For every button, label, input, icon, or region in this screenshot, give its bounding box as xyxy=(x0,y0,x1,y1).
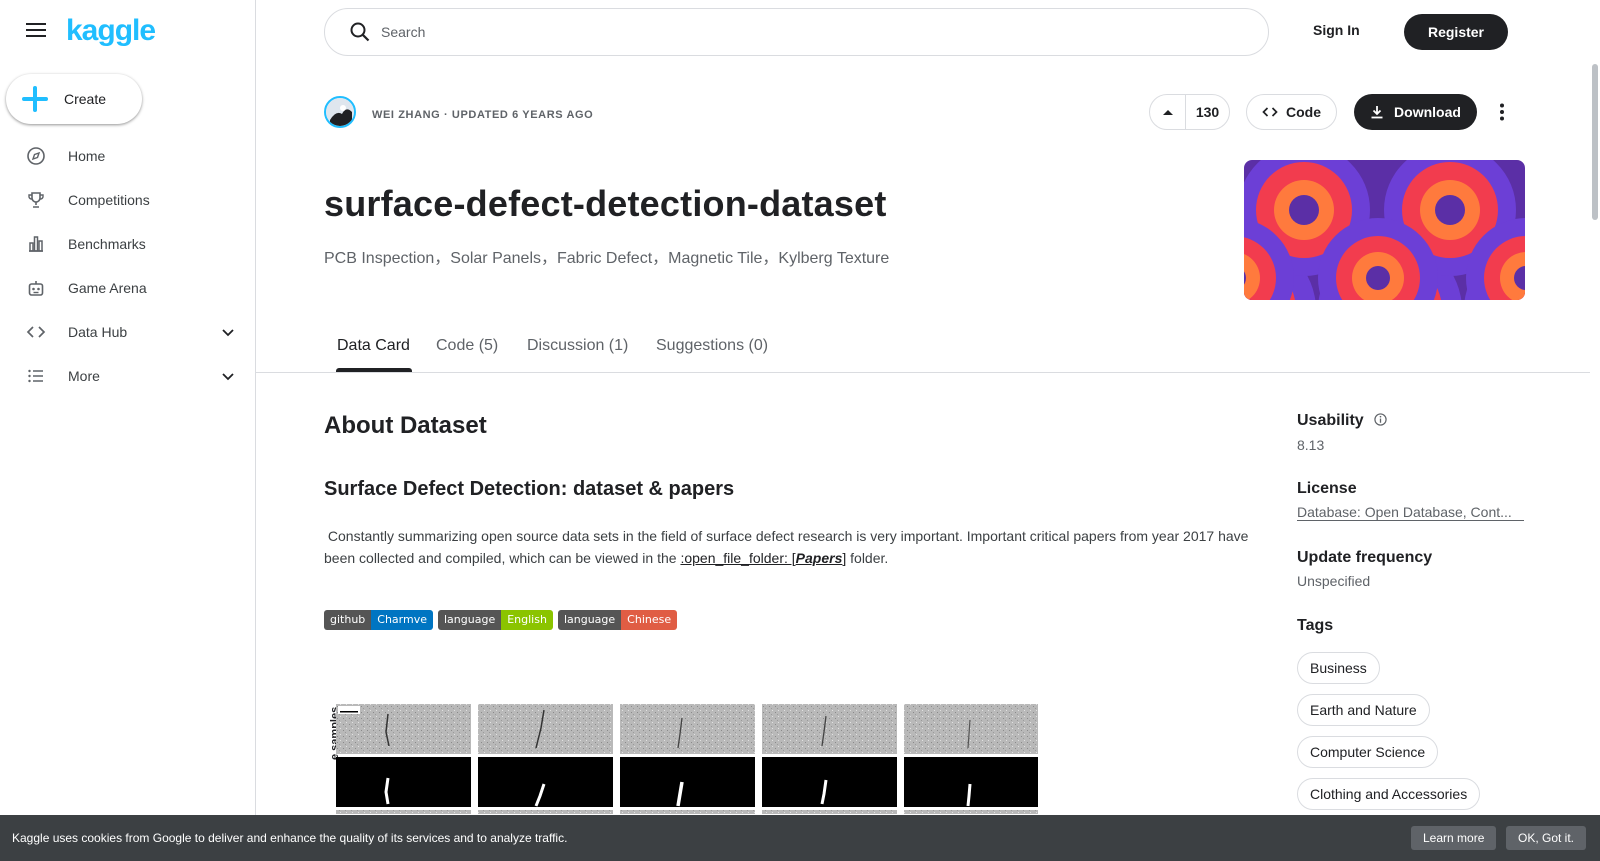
search-icon xyxy=(349,21,371,43)
dataset-cover-image xyxy=(1244,160,1525,300)
defect-samples-image xyxy=(336,704,1038,814)
chevron-down-icon[interactable] xyxy=(220,368,236,384)
update-frequency-heading: Update frequency xyxy=(1297,549,1433,566)
list-icon xyxy=(26,366,46,386)
create-label: Create xyxy=(64,91,107,107)
robot-icon xyxy=(26,278,46,298)
tag-chip[interactable]: Computer Science xyxy=(1297,736,1439,768)
dataset-byline: WEI ZHANG · UPDATED 6 YEARS AGO xyxy=(372,109,594,121)
caret-up-icon xyxy=(1162,110,1173,115)
create-button[interactable]: Create xyxy=(6,74,142,124)
upvote-control: 130 xyxy=(1149,94,1230,130)
sidebar-item-home[interactable]: Home xyxy=(0,134,256,178)
sidebar-item-benchmarks[interactable]: Benchmarks xyxy=(0,222,256,266)
download-button-label: Download xyxy=(1394,104,1461,120)
kaggle-logo[interactable]: kaggle xyxy=(66,14,156,48)
avatar[interactable] xyxy=(324,96,356,128)
description-paragraph: ⁣⁣ Constantly summarizing open source da… xyxy=(324,525,1264,569)
update-frequency-value: Unspecified xyxy=(1297,573,1371,589)
sidebar-item-data-hub[interactable]: Data Hub xyxy=(0,310,256,354)
scrollbar-thumb[interactable] xyxy=(1592,64,1598,220)
tab-suggestions[interactable]: Suggestions (0) xyxy=(656,337,768,355)
sign-in-link[interactable]: Sign In xyxy=(1313,22,1360,38)
tag-chip[interactable]: Earth and Nature xyxy=(1297,694,1430,726)
usability-heading: Usability xyxy=(1297,412,1387,430)
sidebar-item-label: Data Hub xyxy=(68,324,128,340)
sidebar-item-label: Home xyxy=(68,148,106,164)
plus-icon xyxy=(22,86,48,112)
code-icon xyxy=(26,322,46,342)
sidebar-item-label: Game Arena xyxy=(68,280,147,296)
search-input[interactable] xyxy=(381,24,1181,40)
language-english-badge[interactable]: language English xyxy=(438,610,553,630)
info-icon xyxy=(1374,413,1387,426)
language-chinese-badge[interactable]: language Chinese xyxy=(557,610,678,630)
tab-bar: Data Card Code (5) Discussion (1) Sugges… xyxy=(256,328,1590,373)
active-tab-indicator xyxy=(336,368,412,372)
tags-heading: Tags xyxy=(1297,617,1334,634)
para-text-end: folder. ⁣ xyxy=(846,550,893,566)
tag-chip[interactable]: Clothing and Accessories xyxy=(1297,778,1481,810)
more-options-icon[interactable] xyxy=(1490,100,1514,124)
badge-row: github Charmve language English language Ch… xyxy=(324,610,678,630)
code-button[interactable]: Code xyxy=(1246,94,1337,130)
upvote-button[interactable] xyxy=(1150,95,1186,129)
compass-icon xyxy=(26,146,46,166)
bar-chart-icon xyxy=(26,234,46,254)
tab-data-card[interactable]: Data Card xyxy=(337,337,410,355)
sidebar-item-label: More xyxy=(68,368,100,384)
hamburger-icon[interactable] xyxy=(24,18,48,42)
menu-button[interactable] xyxy=(24,18,48,42)
tab-discussion[interactable]: Discussion (1) xyxy=(527,337,628,355)
sidebar-item-competitions[interactable]: Competitions xyxy=(0,178,256,222)
license-heading: License xyxy=(1297,480,1357,497)
cookie-banner: Kaggle uses cookies from Google to deliv… xyxy=(0,815,1600,861)
trophy-icon xyxy=(26,190,46,210)
tag-chip[interactable]: Business xyxy=(1297,652,1380,684)
tab-code[interactable]: Code (5) xyxy=(436,337,498,355)
sidebar-item-game-arena[interactable]: Game Arena xyxy=(0,266,256,310)
page-scrollbar[interactable] xyxy=(1590,0,1600,861)
section-heading: Surface Defect Detection: dataset & pape… xyxy=(324,478,735,500)
sidebar: kaggle Create Home Competitions Benchmar… xyxy=(0,0,256,861)
download-button[interactable]: Download xyxy=(1354,94,1477,130)
ok-got-it-button[interactable]: OK, Got it. xyxy=(1506,826,1587,850)
chevron-down-icon[interactable] xyxy=(220,324,236,340)
download-icon xyxy=(1371,106,1383,119)
code-button-label: Code xyxy=(1286,104,1321,120)
papers-folder-link[interactable]: :open_file_folder: [Papers] xyxy=(680,550,846,566)
vote-count: 130 xyxy=(1195,104,1220,120)
sidebar-item-label: Competitions xyxy=(68,192,150,208)
usability-value: 8.13 xyxy=(1297,437,1325,453)
search-bar[interactable] xyxy=(324,8,1269,56)
sidebar-item-label: Benchmarks xyxy=(68,236,146,252)
cookie-text: Kaggle uses cookies from Google to deliv… xyxy=(12,831,568,845)
about-heading: About Dataset xyxy=(324,412,487,439)
register-button[interactable]: Register xyxy=(1404,14,1508,50)
dataset-subtitle: PCB Inspection，Solar Panels，Fabric Defec… xyxy=(324,250,890,267)
code-icon xyxy=(1262,107,1278,117)
license-link[interactable]: Database: Open Database, Cont... xyxy=(1297,504,1524,521)
sidebar-item-more[interactable]: More xyxy=(0,354,256,398)
sidebar-nav: Home Competitions Benchmarks Game Arena … xyxy=(0,134,256,398)
github-badge[interactable]: github Charmve xyxy=(324,610,433,630)
dataset-title: surface-defect-detection-dataset xyxy=(324,183,887,224)
learn-more-button[interactable]: Learn more xyxy=(1411,826,1497,850)
